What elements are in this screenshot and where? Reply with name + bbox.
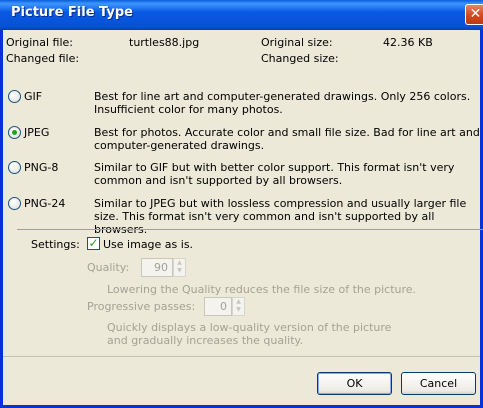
use-image-checkbox[interactable]: ✓ [87,237,100,250]
close-button[interactable]: ✕ [465,4,483,25]
original-file-value: turtles88.jpg [129,36,200,49]
quality-field[interactable]: 90 [141,258,173,277]
cancel-button[interactable]: Cancel [401,372,476,395]
png24-description: Similar to JPEG but with lossless compre… [94,197,467,236]
quality-label: Quality: [87,261,130,274]
original-file-label: Original file: [6,36,73,49]
dialog-title: Picture File Type [11,5,133,20]
quality-spinner[interactable]: ▲ ▼ [173,258,186,277]
png8-radio[interactable] [8,161,21,174]
gif-description: Best for line art and computer-generated… [94,90,471,116]
progressive-passes-label: Progressive passes: [87,300,196,313]
progressive-passes-spinner[interactable]: ▲ ▼ [232,297,245,316]
png8-radio-label[interactable]: PNG-8 [24,161,58,174]
button-area-divider [3,356,480,357]
title-bar[interactable]: Picture File Type ✕ [0,0,483,30]
progressive-passes-hint: Quickly displays a low-quality version o… [107,321,392,347]
jpeg-description: Best for photos. Accurate color and smal… [94,126,480,152]
png24-radio[interactable] [8,197,21,210]
gif-radio[interactable] [8,90,21,103]
gif-radio-label[interactable]: GIF [24,90,42,103]
settings-divider [17,229,483,230]
jpeg-radio-label[interactable]: JPEG [24,126,49,139]
progressive-passes-field[interactable]: 0 [204,297,232,316]
jpeg-radio[interactable] [8,126,21,139]
ok-button[interactable]: OK [317,372,392,395]
settings-label: Settings: [31,238,80,251]
use-image-label[interactable]: Use image as is. [103,238,193,251]
spin-down-icon[interactable]: ▼ [233,306,244,314]
spin-up-icon[interactable]: ▲ [233,298,244,306]
spin-down-icon[interactable]: ▼ [174,267,185,275]
spin-up-icon[interactable]: ▲ [174,259,185,267]
picture-file-type-dialog: Picture File Type ✕ Original file: turtl… [0,0,483,408]
quality-hint: Lowering the Quality reduces the file si… [107,283,417,296]
png24-radio-label[interactable]: PNG-24 [24,197,65,210]
changed-file-label: Changed file: [6,52,80,65]
original-size-value: 42.36 KB [383,36,433,49]
changed-size-label: Changed size: [261,52,339,65]
original-size-label: Original size: [261,36,333,49]
png8-description: Similar to GIF but with better color sup… [94,161,455,187]
